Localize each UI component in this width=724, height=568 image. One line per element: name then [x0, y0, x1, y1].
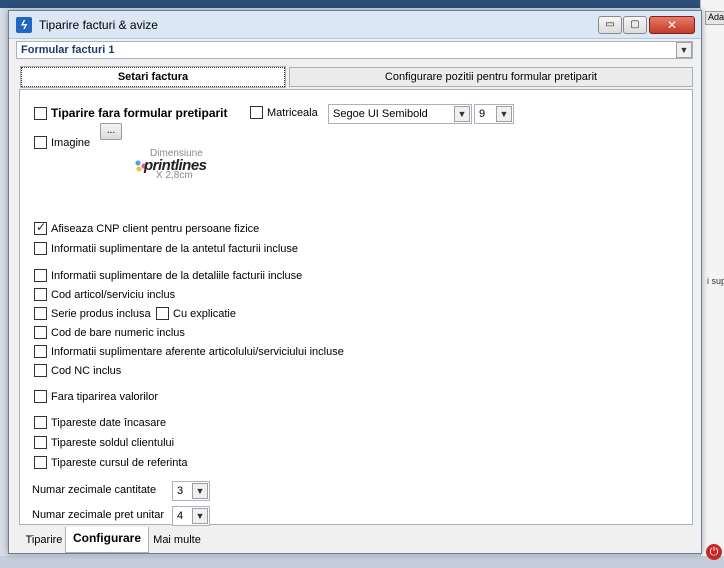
checkbox-label: Informatii suplimentare aferente articol… — [51, 345, 344, 358]
option-cod-nc[interactable]: Cod NC inclus — [34, 364, 121, 377]
checkbox-label: Afiseaza CNP client pentru persoane fizi… — [51, 222, 260, 235]
checkbox-label: Tiparire fara formular pretiparit — [51, 106, 228, 120]
checkbox-label: Tipareste cursul de referinta — [51, 456, 188, 469]
close-button[interactable]: ✕ — [649, 16, 695, 34]
background-app-toolbar — [0, 0, 724, 8]
logo-preview: Dimensiune printlines X 2,8cm — [132, 148, 232, 190]
checkbox-label: Informatii suplimentare de la detaliile … — [51, 269, 303, 282]
chevron-down-icon[interactable]: ▼ — [496, 106, 512, 122]
checkbox-box[interactable] — [34, 326, 47, 339]
font-name-value: Segoe UI Semibold — [333, 108, 428, 120]
checkbox-box[interactable] — [34, 242, 47, 255]
checkbox-label: Informatii suplimentare de la antetul fa… — [51, 242, 299, 255]
checkbox-box[interactable] — [34, 307, 47, 320]
checkbox-box[interactable] — [34, 220, 47, 235]
option-info-detalii[interactable]: Informatii suplimentare de la detaliile … — [34, 269, 302, 282]
minimize-button[interactable]: ▭ — [598, 16, 622, 34]
checkbox-box[interactable] — [34, 364, 47, 377]
browse-image-button[interactable]: ... — [100, 123, 122, 140]
option-serie-produs[interactable]: Serie produs inclusa — [34, 307, 151, 320]
checkbox-label: Cod articol/serviciu inclus — [51, 288, 176, 301]
option-cnp-client[interactable]: Afiseaza CNP client pentru persoane fizi… — [34, 220, 260, 235]
font-size-value: 9 — [479, 108, 486, 120]
chevron-down-icon[interactable]: ▼ — [676, 42, 692, 58]
checkbox-box[interactable] — [34, 456, 47, 469]
background-column-header: Ada — [705, 11, 724, 25]
checkbox-label: Serie produs inclusa — [51, 307, 151, 320]
checkbox-label: Matriceala — [267, 106, 318, 119]
option-cod-articol[interactable]: Cod articol/serviciu inclus — [34, 288, 175, 301]
checkbox-box[interactable] — [250, 106, 263, 119]
option-curs-referinta[interactable]: Tipareste cursul de referinta — [34, 456, 188, 469]
zecimale-cantitate-label: Numar zecimale cantitate — [32, 484, 157, 496]
title-bar[interactable]: ϟ Tiparire facturi & avize ▭ ▢ ✕ — [9, 11, 701, 39]
checkbox-box[interactable] — [34, 416, 47, 429]
background-cell: i sup — [707, 276, 724, 286]
font-name-select[interactable]: Segoe UI Semibold ▼ — [328, 104, 472, 124]
matriceala-checkbox[interactable]: Matriceala — [250, 106, 318, 119]
checkbox-box[interactable] — [156, 307, 169, 320]
logo-size-label: X 2,8cm — [156, 170, 193, 181]
option-date-incasare[interactable]: Tipareste date încasare — [34, 416, 166, 429]
tab-configurare[interactable]: Configurare — [65, 527, 149, 553]
font-size-select[interactable]: 9 ▼ — [474, 104, 514, 124]
option-sold-client[interactable]: Tipareste soldul clientului — [34, 436, 174, 449]
checkbox-box[interactable] — [34, 106, 47, 120]
checkbox-box[interactable] — [34, 390, 47, 403]
imagine-checkbox[interactable]: Imagine — [34, 136, 90, 149]
option-fara-valori[interactable]: Fara tiparirea valorilor — [34, 390, 158, 403]
window-title: Tiparire facturi & avize — [39, 18, 158, 32]
checkbox-box[interactable] — [34, 436, 47, 449]
checkbox-label: Tipareste soldul clientului — [51, 436, 175, 449]
tab-tiparire[interactable]: Tiparire — [19, 529, 69, 553]
checkbox-box[interactable] — [34, 345, 47, 358]
checkbox-label: Tipareste date încasare — [51, 416, 167, 429]
formular-select-value: Formular facturi 1 — [21, 44, 115, 56]
formular-select[interactable]: Formular facturi 1 ▼ — [16, 41, 693, 59]
tiparire-fara-formular-checkbox[interactable]: Tiparire fara formular pretiparit — [34, 106, 228, 120]
chevron-down-icon[interactable]: ▼ — [192, 483, 208, 499]
chevron-down-icon[interactable]: ▼ — [192, 508, 208, 524]
chevron-down-icon[interactable]: ▼ — [454, 106, 470, 122]
checkbox-label: Imagine — [51, 136, 91, 149]
background-app-grid: Ada i sup — [700, 0, 724, 568]
checkbox-label: Cod de bare numeric inclus — [51, 326, 185, 339]
zecimale-cantitate-select[interactable]: 3 ▼ — [172, 481, 210, 501]
checkbox-label: Fara tiparirea valorilor — [51, 390, 158, 403]
tab-setari-factura[interactable]: Setari factura — [20, 66, 286, 88]
checkbox-box[interactable] — [34, 269, 47, 282]
lightning-icon: ϟ — [16, 17, 32, 33]
option-info-articol[interactable]: Informatii suplimentare aferente articol… — [34, 345, 344, 358]
background-status-strip — [0, 556, 724, 568]
zecimale-cantitate-value: 3 — [177, 485, 184, 497]
print-invoices-dialog: ϟ Tiparire facturi & avize ▭ ▢ ✕ Formula… — [8, 10, 702, 554]
option-info-antet[interactable]: Informatii suplimentare de la antetul fa… — [34, 242, 298, 255]
tab-configurare-pozitii[interactable]: Configurare pozitii pentru formular pret… — [289, 67, 693, 87]
zecimale-pret-value: 4 — [177, 510, 184, 522]
checkbox-label: Cod NC inclus — [51, 364, 122, 377]
tab-mai-multe[interactable]: Mai multe — [149, 529, 205, 553]
option-cod-bare[interactable]: Cod de bare numeric inclus — [34, 326, 185, 339]
option-cu-explicatie[interactable]: Cu explicatie — [156, 307, 236, 320]
zecimale-pret-label: Numar zecimale pret unitar — [32, 509, 165, 521]
checkbox-box[interactable] — [34, 288, 47, 301]
checkbox-label: Cu explicatie — [173, 307, 236, 320]
maximize-button[interactable]: ▢ — [623, 16, 647, 34]
checkbox-box[interactable] — [34, 136, 47, 149]
power-icon[interactable]: ⏻ — [706, 544, 722, 560]
zecimale-pret-select[interactable]: 4 ▼ — [172, 506, 210, 526]
settings-panel: Tiparire fara formular pretiparit Matric… — [19, 89, 693, 526]
